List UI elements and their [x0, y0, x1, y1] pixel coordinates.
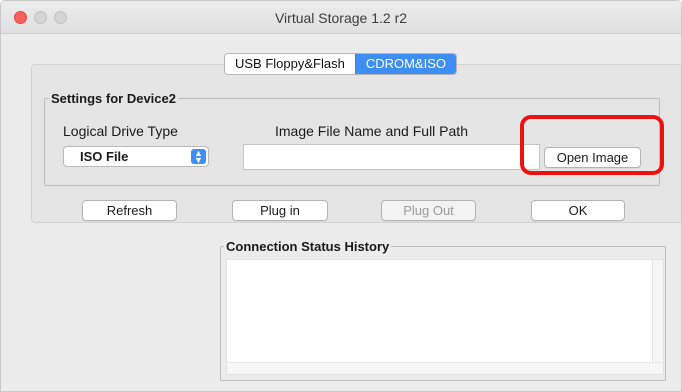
- drive-type-value: ISO File: [80, 149, 129, 164]
- history-vertical-scrollbar[interactable]: [652, 260, 663, 374]
- drive-type-label: Logical Drive Type: [63, 123, 178, 139]
- connection-history-legend: Connection Status History: [226, 239, 390, 254]
- tab-bar: USB Floppy&Flash CDROM&ISO: [224, 53, 457, 75]
- drive-type-select[interactable]: ISO File ▲ ▼: [63, 146, 209, 167]
- connection-history-log[interactable]: [226, 259, 664, 375]
- image-path-input[interactable]: [243, 144, 540, 170]
- tab-cdrom-iso[interactable]: CDROM&ISO: [354, 54, 456, 74]
- app-window: Virtual Storage 1.2 r2 USB Floppy&Flash …: [0, 0, 682, 392]
- tab-usb-floppy-flash[interactable]: USB Floppy&Flash: [225, 54, 355, 74]
- title-bar: Virtual Storage 1.2 r2: [1, 1, 681, 34]
- plug-in-button[interactable]: Plug in: [232, 200, 328, 221]
- refresh-button[interactable]: Refresh: [82, 200, 177, 221]
- history-horizontal-scrollbar[interactable]: [227, 362, 663, 374]
- device-settings-legend: Settings for Device2: [51, 91, 176, 106]
- ok-button[interactable]: OK: [531, 200, 625, 221]
- window-title: Virtual Storage 1.2 r2: [274, 10, 408, 26]
- plug-out-button[interactable]: Plug Out: [381, 200, 476, 221]
- annotation-highlight-box: [520, 115, 664, 175]
- chevron-up-down-icon: ▲ ▼: [191, 149, 206, 165]
- image-path-label: Image File Name and Full Path: [275, 123, 468, 139]
